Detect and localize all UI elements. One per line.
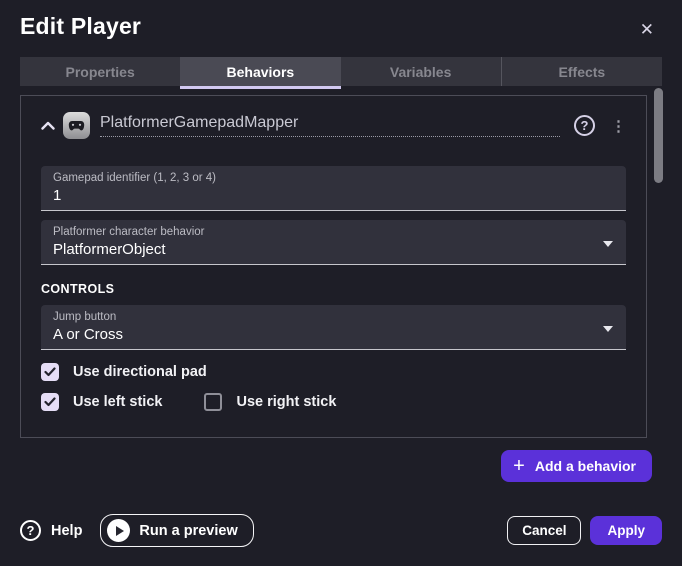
collapse-chevron-icon[interactable] [38, 116, 58, 136]
tab-behaviors[interactable]: Behaviors [180, 57, 340, 86]
add-behavior-button[interactable]: + Add a behavior [501, 450, 652, 482]
checkbox-label: Use directional pad [73, 364, 207, 380]
use-right-stick-checkbox[interactable]: Use right stick [204, 393, 336, 411]
add-behavior-label: Add a behavior [535, 458, 636, 474]
dialog-title: Edit Player [20, 13, 141, 40]
gamepad-icon [63, 112, 90, 139]
jump-button-value: A or Cross [53, 326, 614, 343]
gamepad-identifier-label: Gamepad identifier (1, 2, 3 or 4) [53, 172, 614, 184]
tab-properties[interactable]: Properties [20, 57, 180, 86]
checkbox-row: Use left stick Use right stick [41, 393, 626, 411]
help-icon: ? [20, 520, 41, 541]
behaviors-list-panel: PlatformerGamepadMapper ? ⋮ Gamepad iden… [20, 95, 647, 438]
run-preview-label: Run a preview [139, 523, 237, 539]
behavior-name-field[interactable]: PlatformerGamepadMapper [100, 114, 560, 137]
jump-button-label: Jump button [53, 311, 614, 323]
checkbox-row: Use directional pad [41, 363, 626, 381]
character-behavior-value: PlatformerObject [53, 241, 614, 258]
behavior-help-icon[interactable]: ? [574, 115, 595, 136]
cancel-button[interactable]: Cancel [507, 516, 581, 545]
close-icon[interactable]: ✕ [632, 13, 662, 46]
character-behavior-select[interactable]: Platformer character behavior Platformer… [41, 220, 626, 265]
apply-button[interactable]: Apply [590, 516, 662, 545]
chevron-down-icon [603, 326, 613, 332]
plus-icon: + [513, 456, 525, 476]
gamepad-identifier-value: 1 [53, 187, 614, 204]
use-left-stick-checkbox[interactable]: Use left stick [41, 393, 162, 411]
checkbox-label: Use left stick [73, 394, 162, 410]
help-label: Help [51, 523, 82, 539]
tab-effects[interactable]: Effects [501, 57, 662, 86]
checkbox-checked-icon [41, 393, 59, 411]
checkbox-checked-icon [41, 363, 59, 381]
play-icon [107, 519, 130, 542]
character-behavior-label: Platformer character behavior [53, 226, 614, 238]
checkbox-unchecked-icon [204, 393, 222, 411]
checkbox-label: Use right stick [236, 394, 336, 410]
gamepad-identifier-field[interactable]: Gamepad identifier (1, 2, 3 or 4) 1 [41, 166, 626, 211]
controls-section-header: CONTROLS [41, 282, 626, 296]
tab-bar: Properties Behaviors Variables Effects [20, 57, 662, 86]
run-preview-button[interactable]: Run a preview [100, 514, 253, 547]
behavior-accordion-header: PlatformerGamepadMapper ? ⋮ [21, 96, 646, 139]
chevron-down-icon [603, 241, 613, 247]
tab-variables[interactable]: Variables [341, 57, 501, 86]
use-directional-pad-checkbox[interactable]: Use directional pad [41, 363, 207, 381]
dialog-footer: ? Help Run a preview Cancel Apply [20, 514, 662, 547]
behavior-menu-icon[interactable]: ⋮ [605, 117, 632, 135]
jump-button-select[interactable]: Jump button A or Cross [41, 305, 626, 350]
vertical-scrollbar[interactable] [654, 88, 663, 183]
dialog-header: Edit Player ✕ [0, 0, 682, 46]
help-button[interactable]: ? Help [20, 520, 82, 541]
